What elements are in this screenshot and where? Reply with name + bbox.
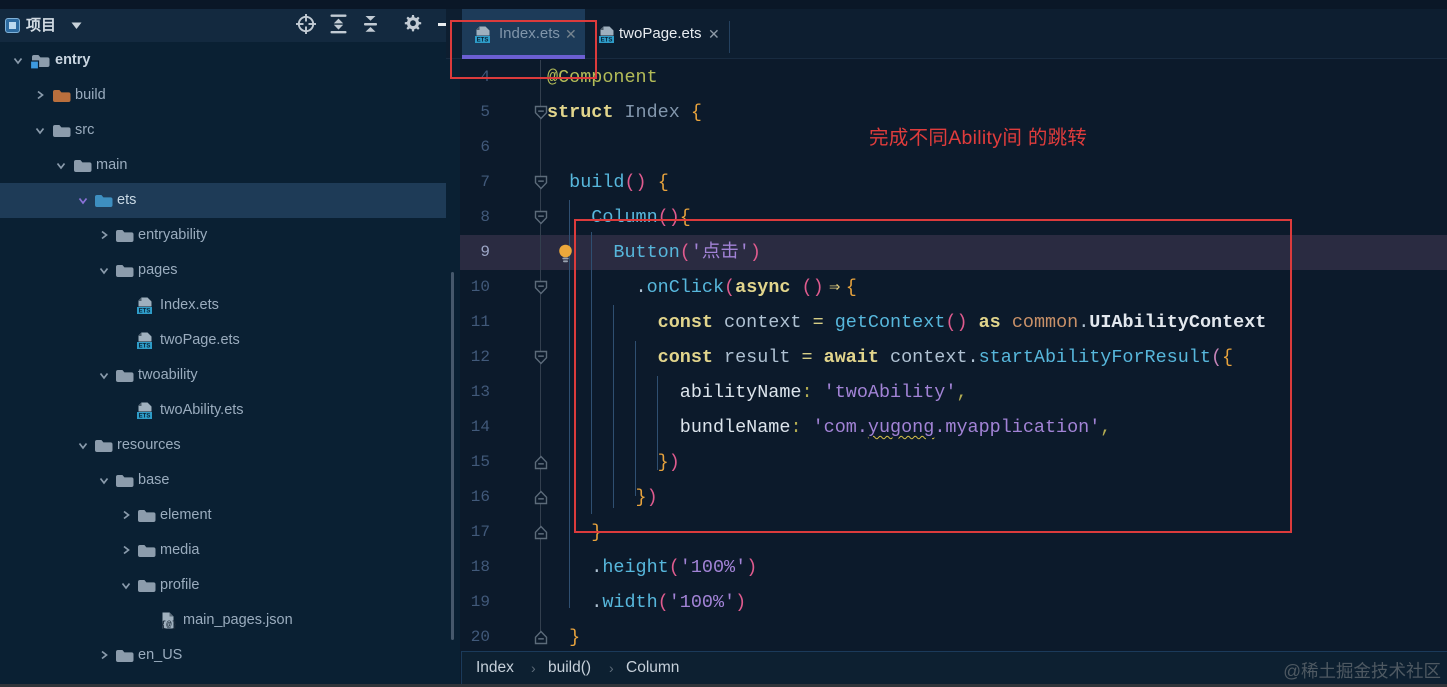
svg-text:ETS: ETS bbox=[139, 414, 151, 419]
svg-text:{@}: {@} bbox=[161, 620, 176, 629]
svg-text:ETS: ETS bbox=[139, 344, 151, 349]
svg-text:ETS: ETS bbox=[601, 38, 613, 43]
svg-text:ETS: ETS bbox=[139, 309, 151, 314]
